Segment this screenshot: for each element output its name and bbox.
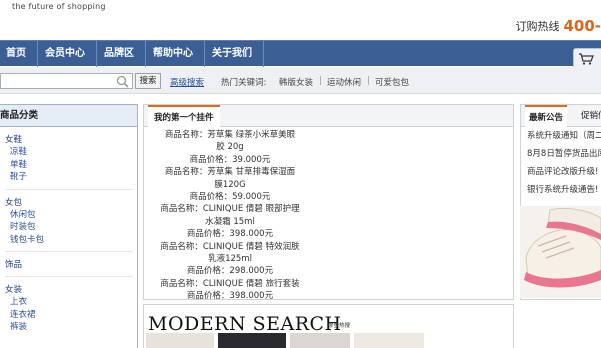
banner-title: MODERN SEARCH: [148, 313, 342, 335]
product-price: 商品价格：398.000元: [186, 291, 274, 302]
product-name[interactable]: 商品名称：CLINIQUE 倩碧 眼部护理: [145, 203, 315, 215]
shoe-promo-image[interactable]: [520, 206, 601, 298]
category-sidebar: 商品分类 女鞋 凉鞋 单鞋 靴子 女包 休闲包 时装包 钱包卡包 饰品 女装 上…: [0, 104, 138, 348]
notice-tabs: 最新公告 促销信: [521, 105, 601, 127]
divider: [5, 188, 133, 190]
notice-item[interactable]: 商品评论改版升级!: [527, 163, 601, 181]
divider: [5, 276, 133, 277]
category-item[interactable]: 钱包卡包: [5, 234, 137, 247]
product-name[interactable]: 商品名称：芳草集 绿茶小米草美眼: [145, 129, 315, 141]
nav-item-home[interactable]: 首页: [0, 40, 38, 67]
notice-item[interactable]: 系统升级通知（周二: [527, 127, 601, 145]
category-item[interactable]: 上衣: [5, 296, 137, 309]
cart-button[interactable]: [573, 48, 601, 68]
advanced-search-link[interactable]: 高级搜索: [170, 76, 204, 88]
category-group: 女鞋 凉鞋 单鞋 靴子: [0, 134, 137, 190]
category-group: 女装 上衣 连衣裙 裤装: [0, 284, 137, 334]
search-input[interactable]: [0, 73, 133, 89]
hot-keyword-link[interactable]: 韩版女装: [279, 76, 313, 88]
category-item[interactable]: 裤装: [5, 321, 137, 334]
product-name[interactable]: 商品名称：芳草集 甘草排毒保湿面: [145, 166, 315, 178]
category-title[interactable]: 饰品: [5, 259, 137, 271]
nav-item-help[interactable]: 帮助中心: [146, 40, 205, 67]
product-name[interactable]: 商品名称：CLINIQUE 倩碧 特效润肤: [145, 241, 315, 253]
search-bar: 搜索 高级搜索 热门关键词: 韩版女装 | 运动休闲 | 可爱包包: [0, 67, 601, 94]
category-title[interactable]: 女装: [5, 284, 137, 296]
product-name[interactable]: 商品名称：CLINIQUE 倩碧 旅行套装: [145, 278, 315, 290]
tab-promotions[interactable]: 促销信: [581, 105, 601, 127]
divider: [5, 251, 133, 252]
product-thumbnail[interactable]: [290, 333, 350, 348]
hotline-label: 订购热线: [515, 20, 560, 33]
nav-item-member-center[interactable]: 会员中心: [38, 40, 97, 67]
tagline: the future of shopping: [12, 2, 106, 11]
product-list: 商品名称：芳草集 绿茶小米草美眼 胶 20g 商品价格：39.000元 商品名称…: [145, 129, 315, 303]
notice-item[interactable]: 银行系统升级通告!: [527, 181, 601, 199]
category-item[interactable]: 靴子: [5, 171, 137, 184]
product-price: 商品价格：39.000元: [189, 154, 271, 165]
category-item[interactable]: 休闲包: [5, 209, 137, 222]
product-name[interactable]: 乳液125ml: [145, 253, 315, 265]
product-price: 商品价格：398.000元: [186, 229, 274, 240]
hot-keywords-label: 热门关键词:: [221, 78, 267, 88]
product-thumbnail[interactable]: [218, 333, 286, 348]
search-icon: [116, 75, 129, 88]
category-group: 女包 休闲包 时装包 钱包卡包: [0, 197, 137, 252]
category-group: 饰品: [0, 259, 137, 277]
category-item[interactable]: 单鞋: [5, 159, 137, 172]
main-nav: 首页 会员中心 品牌区 帮助中心 关于我们: [0, 40, 601, 68]
hot-keyword-link[interactable]: 可爱包包: [375, 76, 409, 88]
product-price: 商品价格：59.000元: [189, 192, 271, 203]
nav-item-about[interactable]: 关于我们: [205, 40, 264, 67]
product-name[interactable]: 水凝霜 15ml: [145, 216, 315, 228]
product-name[interactable]: 胶 20g: [145, 141, 315, 153]
search-button[interactable]: 搜索: [135, 73, 161, 89]
product-name[interactable]: 膜120G: [145, 179, 315, 191]
category-item[interactable]: 连衣裙: [5, 309, 137, 322]
product-price: 商品价格：298.000元: [186, 266, 274, 277]
product-thumbnail[interactable]: [146, 333, 214, 348]
plugin-panel: 我的第一个挂件 商品名称：芳草集 绿茶小米草美眼 胶 20g 商品价格：39.0…: [143, 104, 514, 303]
tab-latest-notice[interactable]: 最新公告: [525, 105, 568, 127]
keyword-separator: |: [319, 76, 322, 86]
hotline: 订购热线 400-: [515, 17, 601, 35]
category-item[interactable]: 时装包: [5, 221, 137, 234]
modern-search-banner: MODERN SEARCH 摩登热搜: [143, 304, 514, 348]
banner-subtitle: 摩登热搜: [328, 323, 351, 329]
tab-my-first-plugin[interactable]: 我的第一个挂件: [148, 105, 220, 127]
category-title[interactable]: 女鞋: [5, 134, 137, 146]
hotline-number: 400-: [563, 17, 601, 35]
nav-item-brands[interactable]: 品牌区: [97, 40, 146, 67]
plugin-header: 我的第一个挂件: [144, 105, 513, 127]
category-item[interactable]: 凉鞋: [5, 146, 137, 159]
category-title[interactable]: 女包: [5, 197, 137, 209]
notice-list: 系统升级通知（周二 8月8日暂停货品出库 商品评论改版升级! 银行系统升级通告!: [521, 127, 601, 199]
sidebar-title: 商品分类: [0, 105, 137, 127]
cart-icon: [579, 53, 594, 65]
notice-item[interactable]: 8月8日暂停货品出库: [527, 145, 601, 163]
page: the future of shopping 订购热线 400- 首页 会员中心 …: [0, 0, 601, 348]
hot-keyword-link[interactable]: 运动休闲: [327, 76, 361, 88]
banner-thumbnails: [146, 333, 513, 348]
product-thumbnail[interactable]: [354, 333, 424, 348]
keyword-separator: |: [367, 76, 370, 86]
